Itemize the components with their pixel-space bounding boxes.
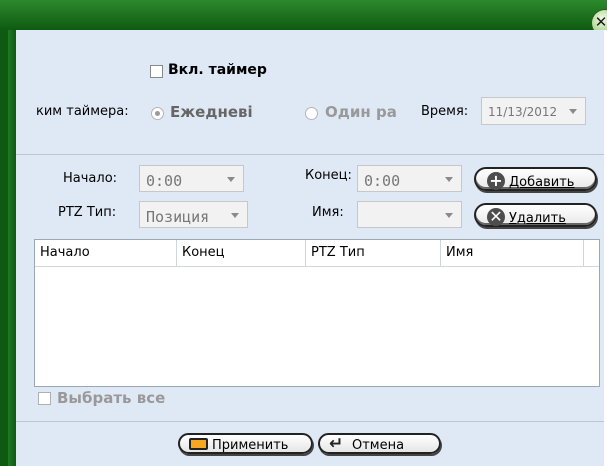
end-label: Конец: [305, 168, 352, 183]
apply-button[interactable]: Применить [178, 433, 313, 454]
column-end[interactable]: Конец [177, 240, 306, 266]
select-all-checkbox[interactable] [38, 392, 51, 405]
cancel-button-label: Отмена [352, 438, 405, 453]
ptz-type-combo[interactable]: Позиция [139, 201, 248, 228]
chevron-down-icon [227, 176, 235, 182]
x-icon: ✕ [487, 208, 505, 226]
date-value: 11/13/2012 [488, 105, 558, 119]
end-combo[interactable]: 0:00 [357, 165, 462, 192]
group-divider [16, 154, 604, 155]
end-value: 0:00 [364, 172, 401, 190]
title-bar [0, 0, 607, 30]
ptz-type-label: PTZ Тип: [58, 205, 117, 220]
close-icon: ✕ [594, 13, 607, 31]
table-header: Начало Конец PTZ Тип Имя [35, 240, 599, 267]
start-value: 0:00 [146, 172, 183, 190]
time-label: Время: [421, 104, 469, 119]
once-radio[interactable] [305, 107, 318, 120]
once-label: Один ра [325, 103, 397, 121]
add-button-label: Добавить [509, 175, 575, 190]
column-ptz-type[interactable]: PTZ Тип [306, 240, 441, 266]
enable-timer-label: Вкл. таймер [168, 62, 267, 78]
footer-divider [16, 421, 604, 422]
chevron-down-icon [569, 109, 577, 114]
select-all-label: Выбрать все [57, 389, 166, 407]
chevron-down-icon [445, 176, 453, 182]
apply-button-label: Применить [212, 438, 289, 453]
date-combo[interactable]: 11/13/2012 [481, 97, 586, 125]
window-border [8, 30, 16, 466]
daily-radio[interactable] [151, 107, 164, 120]
enable-timer-checkbox[interactable] [150, 65, 163, 78]
daily-label: Ежедневі [170, 103, 253, 121]
name-combo[interactable] [357, 201, 462, 228]
chevron-down-icon [231, 212, 239, 218]
chevron-down-icon [445, 212, 453, 218]
plus-icon: + [487, 172, 505, 190]
timer-mode-label: ким таймера: [36, 104, 129, 119]
column-name[interactable]: Имя [441, 240, 584, 266]
cancel-button[interactable]: ↵ Отмена [318, 433, 441, 454]
delete-button[interactable]: ✕ Удалить [474, 203, 597, 227]
schedule-table[interactable]: Начало Конец PTZ Тип Имя [34, 239, 600, 387]
start-label: Начало: [63, 171, 118, 186]
delete-button-label: Удалить [509, 211, 566, 226]
ptz-type-value: Позиция [146, 208, 210, 226]
undo-arrow-icon: ↵ [329, 434, 344, 454]
add-button[interactable]: + Добавить [474, 167, 597, 191]
column-start[interactable]: Начало [35, 240, 177, 266]
name-label: Имя: [312, 205, 344, 220]
start-combo[interactable]: 0:00 [139, 165, 244, 192]
window-edge [0, 30, 8, 466]
apply-icon [189, 438, 208, 450]
